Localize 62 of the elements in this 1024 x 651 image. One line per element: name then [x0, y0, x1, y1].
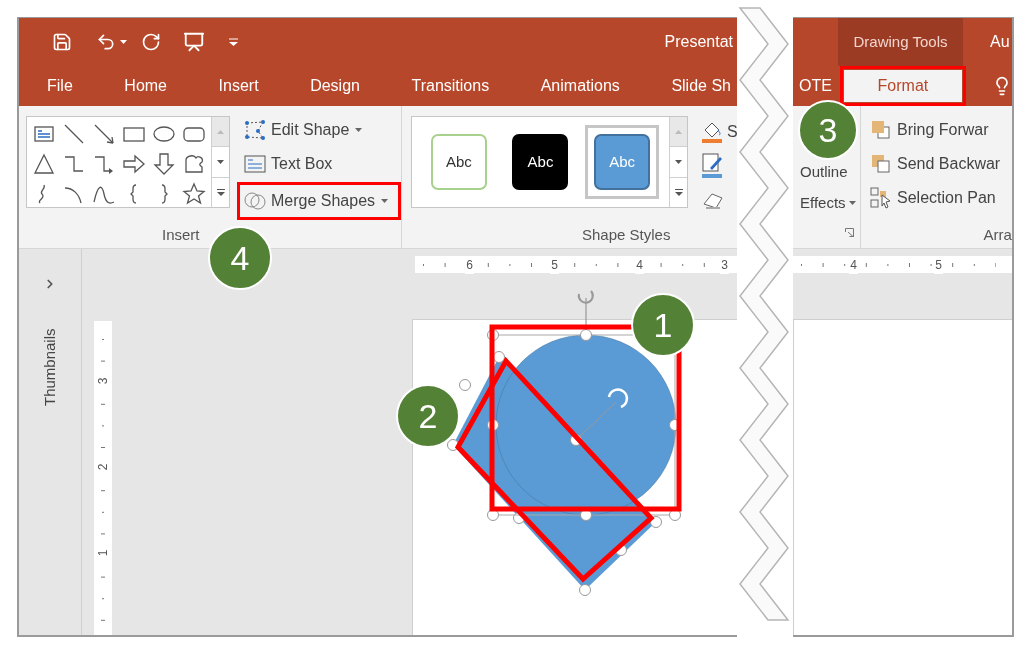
ribbon-command[interactable]: Edit Shape: [240, 114, 401, 146]
merge-shapes-icon: [243, 190, 267, 212]
thumbnails-label[interactable]: Thumbnails: [38, 328, 62, 406]
send-backward-icon: [870, 153, 892, 175]
down-arrow-icon: [675, 160, 682, 164]
window-title: Presentat: [664, 32, 733, 52]
text-box-icon: [243, 153, 267, 175]
ribbon-command[interactable]: Selection Pan: [870, 182, 1012, 214]
pencil-outline-icon[interactable]: [702, 152, 724, 180]
caret-icon: [120, 40, 127, 44]
dialog-launcher-icon[interactable]: [845, 228, 854, 237]
shape-outline-label[interactable]: Outline: [800, 162, 848, 180]
context-tab-group-label: Drawing Tools: [853, 31, 948, 52]
down-arrow-icon[interactable]: [152, 152, 176, 176]
caret-icon: [355, 128, 363, 132]
more-arrow-icon: [216, 188, 225, 196]
ruler-label: 3: [96, 377, 110, 385]
shape-fill-label[interactable]: S: [727, 120, 738, 144]
undo-icon[interactable]: [96, 32, 116, 52]
ribbon-tab[interactable]: Insert: [218, 76, 259, 96]
effects-icon[interactable]: [702, 190, 724, 210]
up-arrow-icon: [675, 129, 682, 134]
caret-icon: [848, 201, 856, 205]
ribbon-tab[interactable]: Home: [124, 76, 167, 96]
style-swatch[interactable]: Abc: [430, 134, 487, 190]
more-arrow-icon: [674, 188, 683, 196]
selection-pane-icon: [870, 187, 892, 209]
redo-icon[interactable]: [141, 32, 161, 52]
ribbon-tab[interactable]: File: [47, 76, 73, 96]
curved-shape-icon[interactable]: [182, 152, 206, 176]
down-arrow-icon: [217, 160, 224, 164]
group-label: Arra: [983, 225, 1012, 245]
account-name: Au: [990, 32, 1010, 52]
style-swatch[interactable]: Abc: [512, 134, 569, 190]
ribbon-command[interactable]: Merge Shapes: [240, 185, 392, 217]
group-label: Shape Styles: [582, 225, 671, 245]
star-icon[interactable]: [182, 182, 206, 206]
bring-forward-icon: [870, 119, 892, 141]
ribbon-command[interactable]: Text Box: [240, 148, 401, 180]
group-label: Insert: [162, 225, 200, 245]
ribbon-tab[interactable]: Design: [310, 76, 360, 96]
arrow-line-icon[interactable]: [92, 122, 116, 146]
up-arrow-icon: [217, 129, 224, 134]
shape-effects-button[interactable]: Effects: [800, 188, 860, 218]
edit-shape-icon: [243, 119, 267, 141]
presentation-icon[interactable]: [183, 31, 205, 53]
ribbon-tab[interactable]: Format: [843, 70, 962, 102]
caret-icon: [381, 199, 389, 203]
customize-icon[interactable]: [229, 38, 238, 46]
ribbon-command[interactable]: Bring Forwar: [870, 114, 1012, 146]
ribbon-tab[interactable]: Slide Sh: [671, 76, 731, 96]
ruler-label: 2: [96, 463, 110, 471]
ribbon-tab[interactable]: Transitions: [411, 76, 490, 96]
ribbon-tab[interactable]: Animations: [540, 76, 620, 96]
ruler-label: 1: [96, 549, 110, 557]
ribbon-command[interactable]: Send Backwar: [870, 148, 1012, 180]
line-icon[interactable]: [62, 122, 86, 146]
right-arrow-icon[interactable]: [122, 152, 146, 176]
fill-bucket-icon[interactable]: [702, 120, 724, 144]
save-icon[interactable]: [52, 32, 72, 52]
ribbon-tab[interactable]: OTE: [799, 76, 832, 96]
triangle-icon[interactable]: [32, 152, 56, 176]
